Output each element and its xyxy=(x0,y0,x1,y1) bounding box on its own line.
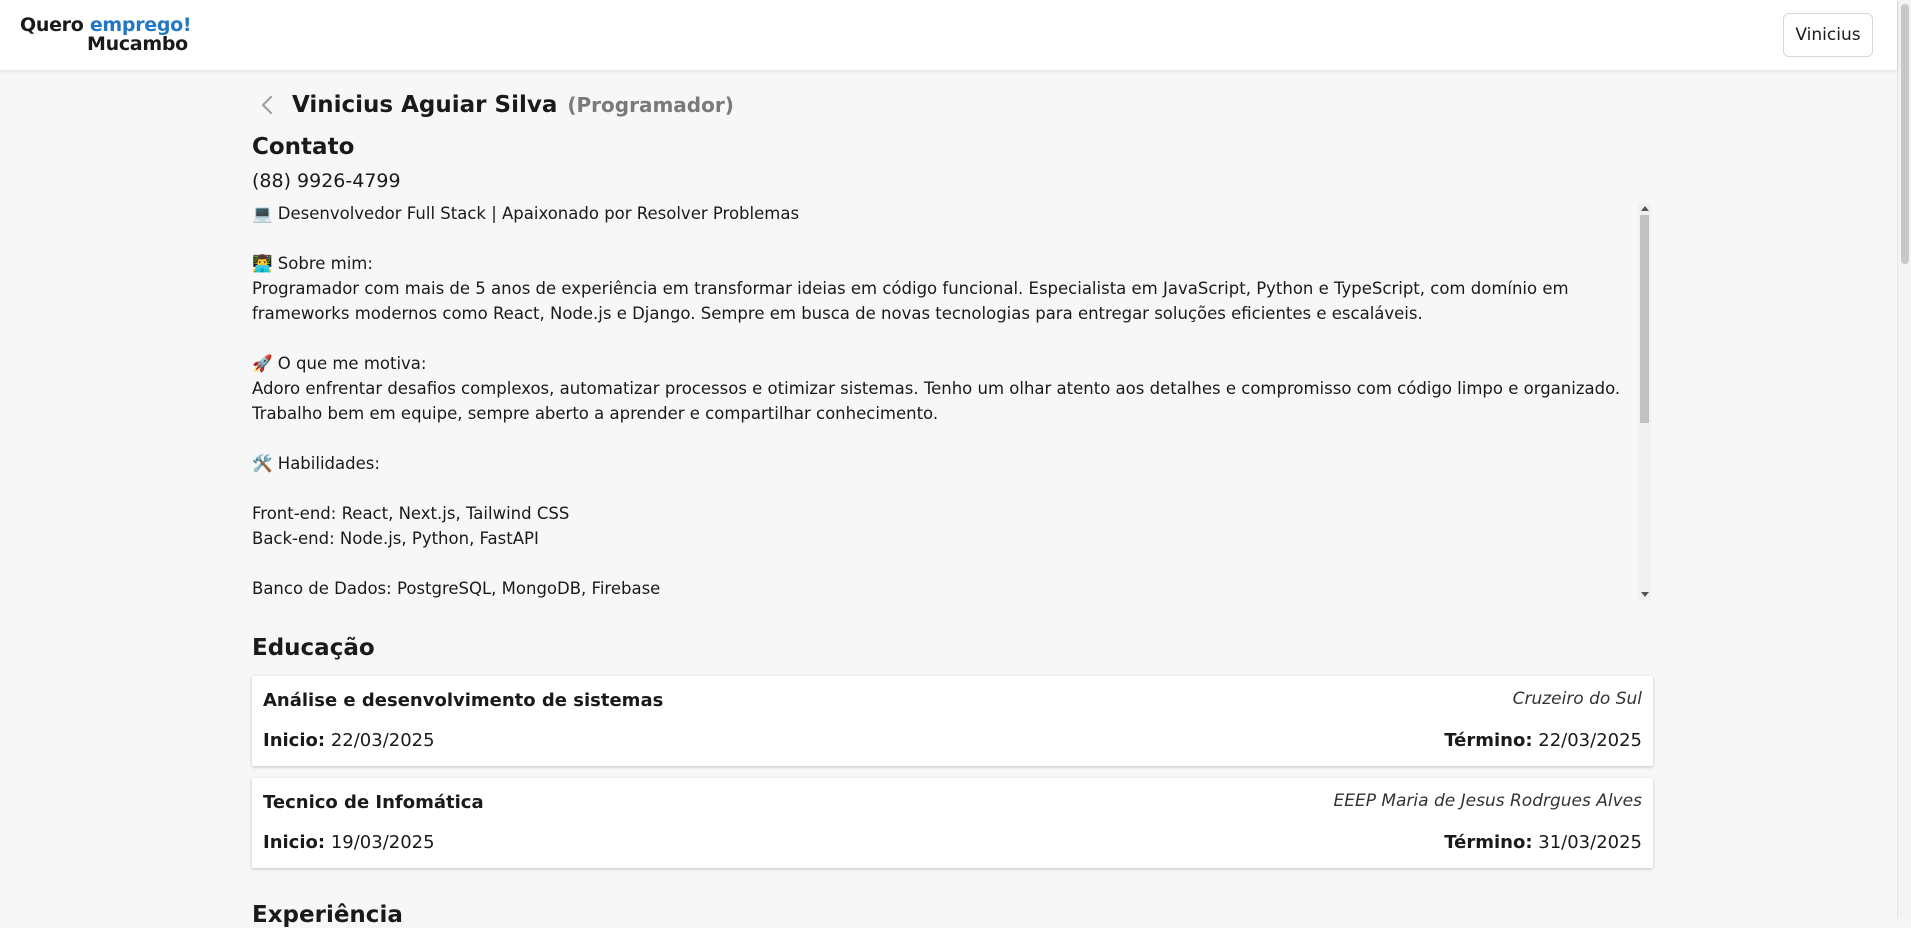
education-end: Término: 31/03/2025 xyxy=(1444,832,1642,853)
experience-heading: Experiência xyxy=(252,902,403,928)
page-scrollbar[interactable] xyxy=(1897,0,1911,919)
profile-name: Vinicius Aguiar Silva xyxy=(292,92,558,118)
bio-text: 💻 Desenvolvedor Full Stack | Apaixonado … xyxy=(252,204,1621,598)
logo-text-mucambo: Mucambo xyxy=(87,33,188,55)
education-card: Tecnico de Infomática EEEP Maria de Jesu… xyxy=(252,778,1653,868)
start-label: Inicio: xyxy=(263,832,326,853)
education-institution: EEEP Maria de Jesus Rodrgues Alves xyxy=(1333,791,1642,811)
start-date: 19/03/2025 xyxy=(330,832,435,853)
end-label: Término: xyxy=(1444,730,1533,751)
contact-phone: (88) 9926-4799 xyxy=(252,170,401,192)
user-menu-button[interactable]: Vinicius xyxy=(1783,13,1873,57)
education-end: Término: 22/03/2025 xyxy=(1444,730,1642,751)
education-start: Inicio: 19/03/2025 xyxy=(263,832,435,853)
start-date: 22/03/2025 xyxy=(330,730,435,751)
end-date: 22/03/2025 xyxy=(1538,730,1642,751)
profile-role: (Programador) xyxy=(567,93,734,117)
education-start: Inicio: 22/03/2025 xyxy=(263,730,435,751)
bio-scrollbar-thumb[interactable] xyxy=(1640,215,1649,423)
education-course: Análise e desenvolvimento de sistemas xyxy=(263,690,664,711)
page-scrollbar-thumb[interactable] xyxy=(1901,4,1909,264)
education-card: Análise e desenvolvimento de sistemas Cr… xyxy=(252,676,1653,766)
bio-textbox[interactable]: 💻 Desenvolvedor Full Stack | Apaixonado … xyxy=(252,201,1651,601)
profile-title-row: Vinicius Aguiar Silva (Programador) xyxy=(252,90,734,120)
end-label: Término: xyxy=(1444,832,1533,853)
bio-scrollbar[interactable] xyxy=(1638,203,1651,600)
start-label: Inicio: xyxy=(263,730,326,751)
education-course: Tecnico de Infomática xyxy=(263,792,484,813)
logo-text-quero: Quero xyxy=(20,14,90,36)
app-logo[interactable]: Quero emprego! Mucambo xyxy=(20,14,192,55)
contact-heading: Contato xyxy=(252,134,355,160)
scroll-up-arrow-icon[interactable] xyxy=(1641,206,1649,211)
scroll-down-arrow-icon[interactable] xyxy=(1641,592,1649,597)
top-header: Quero emprego! Mucambo Vinicius xyxy=(0,0,1897,70)
education-institution: Cruzeiro do Sul xyxy=(1512,689,1642,709)
back-arrow-icon[interactable] xyxy=(258,93,276,117)
end-date: 31/03/2025 xyxy=(1538,832,1642,853)
education-heading: Educação xyxy=(252,635,375,661)
